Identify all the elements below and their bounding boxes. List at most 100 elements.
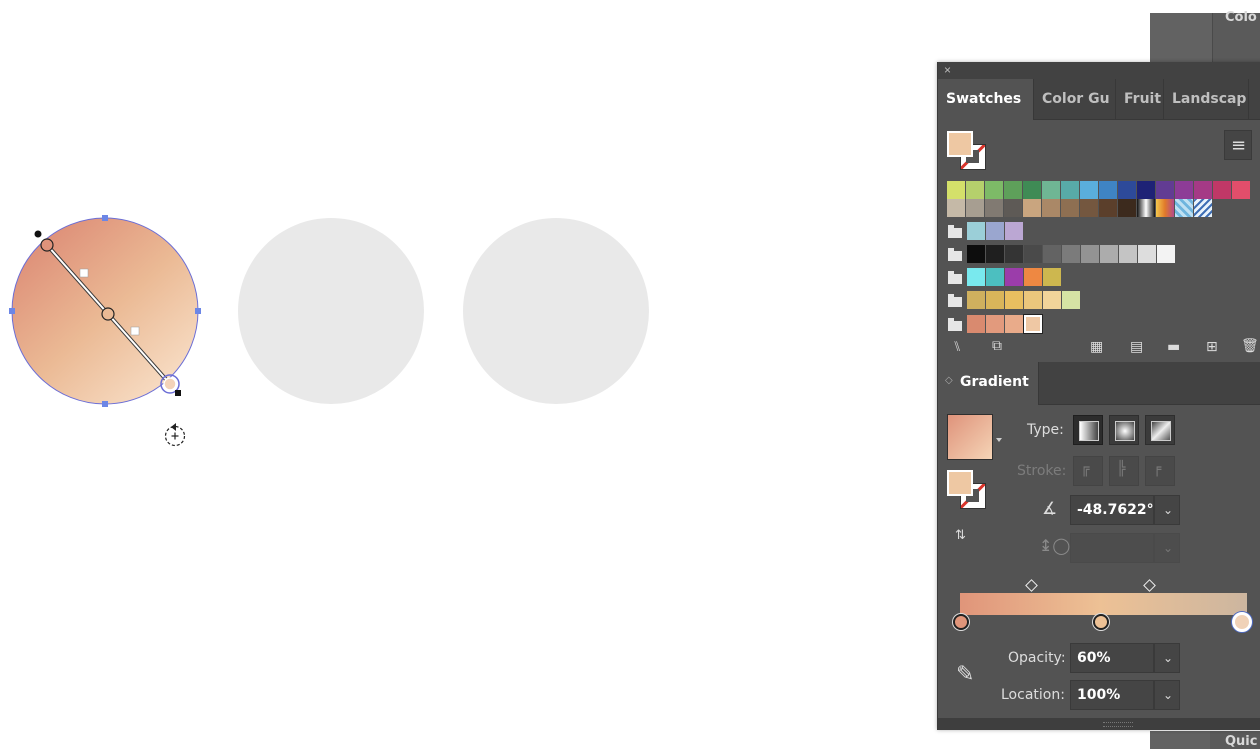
swatch[interactable] [1156,199,1174,217]
library-menu-icon[interactable]: ⑊ [953,339,961,355]
new-swatch-icon[interactable]: ⊞ [1206,339,1218,355]
swatch[interactable] [1099,181,1117,199]
swatch-group-folder-icon[interactable] [948,318,962,331]
swatch[interactable] [1156,181,1174,199]
angle-dropdown[interactable]: ⌄ [1154,495,1180,525]
gradient-annotator-origin-dot[interactable] [34,230,42,238]
swatch[interactable] [1004,199,1022,217]
bbox-handle-bottom[interactable] [102,401,108,407]
swatch[interactable] [1100,245,1118,263]
swatch[interactable] [947,199,965,217]
place-swatch-icon[interactable]: ⧉ [992,338,1002,354]
bbox-handle-left[interactable] [9,308,15,314]
swatch[interactable] [1081,245,1099,263]
swatch[interactable] [1157,245,1175,263]
swatch[interactable] [1080,199,1098,217]
swatch[interactable] [1175,199,1193,217]
stroke-within-button[interactable]: ╔ [1073,456,1103,486]
new-group-icon[interactable]: ▬ [1167,339,1180,355]
show-kinds-icon[interactable]: ▦ [1090,339,1103,355]
gradient-stop-2[interactable] [1093,614,1109,630]
swatch[interactable] [967,245,985,263]
placeholder-circle-3[interactable] [463,218,649,404]
swatch[interactable] [1024,291,1042,309]
tab-color-guide[interactable]: Color Gu [1034,79,1116,119]
swatch[interactable] [986,291,1004,309]
placeholder-circle-2[interactable] [238,218,424,404]
opacity-field[interactable]: 60% [1070,643,1154,673]
radial-gradient-button[interactable] [1109,415,1139,445]
swatch[interactable] [1061,181,1079,199]
opacity-dropdown[interactable]: ⌄ [1154,643,1180,673]
linear-gradient-button[interactable] [1073,415,1103,445]
close-icon[interactable]: × [944,63,951,77]
swatch[interactable] [1024,245,1042,263]
aspect-ratio-dropdown[interactable]: ⌄ [1154,533,1180,563]
swatch-group-folder-icon[interactable] [948,248,962,261]
gradient-fill-stroke-indicator[interactable] [947,470,987,510]
swatch-options-icon[interactable]: ▤ [1130,339,1143,355]
tab-gradient[interactable]: ◇ Gradient [938,362,1039,405]
swatch[interactable] [1118,199,1136,217]
stroke-across-button[interactable]: ╒ [1145,456,1175,486]
swatch[interactable] [967,291,985,309]
collapse-toggle-icon[interactable]: ◇ [945,375,953,386]
swatch[interactable] [985,199,1003,217]
gradient-slider[interactable] [960,593,1247,615]
fill-swatch[interactable] [947,131,973,157]
swatch[interactable] [1137,181,1155,199]
swatch[interactable] [966,181,984,199]
eyedropper-icon[interactable]: ✎ [956,662,974,687]
tab-swatches[interactable]: Swatches [938,79,1034,120]
swatch-group-folder-icon[interactable] [948,271,962,284]
stroke-along-button[interactable]: ╠ [1109,456,1139,486]
swatch[interactable] [1175,181,1193,199]
swatch[interactable] [986,245,1004,263]
gradient-stop-3[interactable] [1232,612,1252,632]
bbox-handle-right[interactable] [195,308,201,314]
annotator-stop-mid[interactable] [101,307,115,321]
swatch[interactable] [1080,181,1098,199]
swatch[interactable] [1099,199,1117,217]
swatch[interactable] [966,199,984,217]
annotator-stop-end[interactable] [163,377,177,391]
location-field[interactable]: 100% [1070,680,1154,710]
swatch[interactable] [1024,268,1042,286]
panel-resize-grip[interactable] [938,718,1260,730]
swatch[interactable] [1005,291,1023,309]
quick-actions-stub[interactable]: Quic [1150,731,1260,749]
annotator-resize-handle[interactable] [175,390,181,396]
swatch[interactable] [1194,199,1212,217]
panel-menu-button[interactable]: ≡ [1224,130,1252,160]
swatch[interactable] [1005,245,1023,263]
reverse-gradient-icon[interactable]: ⇅ [955,528,966,543]
angle-field[interactable]: -48.7622° [1070,495,1154,525]
swatch[interactable] [1004,181,1022,199]
swatch[interactable] [1194,181,1212,199]
swatch[interactable] [1005,315,1023,333]
gradient-preview-dropdown-icon[interactable] [996,438,1002,442]
midpoint-diamond-1[interactable] [1025,579,1038,592]
swatch[interactable] [1061,199,1079,217]
quick-actions-label[interactable]: Quic [1225,734,1257,749]
annotator-stop-start[interactable] [40,238,54,252]
fill-stroke-indicator[interactable] [947,131,987,171]
freeform-gradient-button[interactable] [1145,415,1175,445]
swatch[interactable] [1043,291,1061,309]
swatch-group-folder-icon[interactable] [948,294,962,307]
swatch[interactable] [967,222,985,240]
swatch[interactable] [1119,245,1137,263]
swatch[interactable] [967,268,985,286]
midpoint-diamond-2[interactable] [1143,579,1156,592]
swatch[interactable] [1062,245,1080,263]
swatch[interactable] [1138,245,1156,263]
swatch-group-folder-icon[interactable] [948,225,962,238]
swatch[interactable] [947,181,965,199]
swatch[interactable] [986,222,1004,240]
swatch[interactable] [985,181,1003,199]
tab-landscape[interactable]: Landscap [1164,79,1249,119]
tab-fruit[interactable]: Fruit [1116,79,1164,119]
delete-icon[interactable]: 🗑 [1241,338,1259,354]
swatch[interactable] [1213,181,1231,199]
swatch[interactable] [986,315,1004,333]
